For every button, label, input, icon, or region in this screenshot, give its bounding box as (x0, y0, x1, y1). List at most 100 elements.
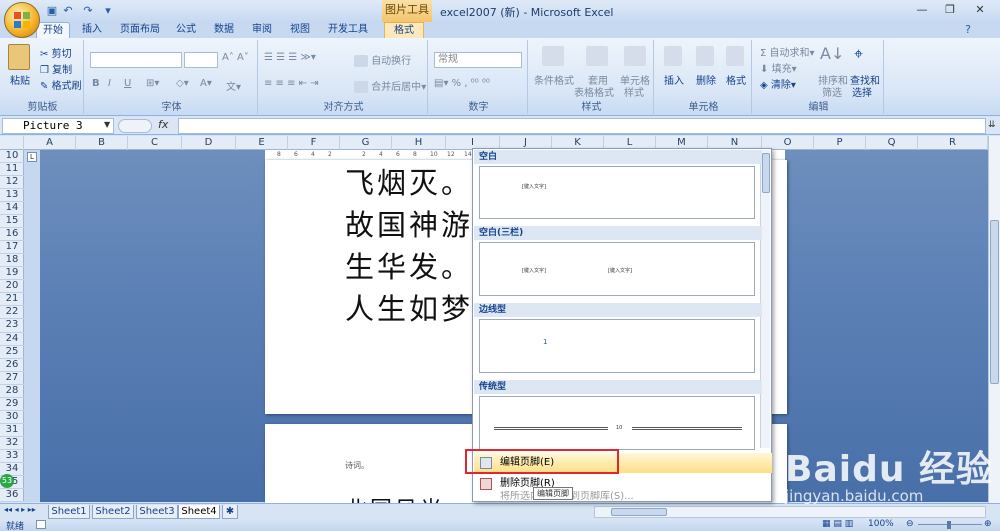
formula-bar-splitter[interactable] (118, 119, 152, 133)
column-header-cell[interactable]: D (182, 136, 236, 150)
horizontal-scroll-thumb[interactable] (611, 508, 667, 516)
customize-qat-icon[interactable]: ▾ (100, 3, 116, 19)
row-header-cell[interactable]: 33 (0, 450, 24, 463)
format-painter-button[interactable]: ✎ 格式刷 (40, 77, 82, 92)
name-box-dropdown-icon[interactable]: ▼ (104, 120, 110, 129)
horizontal-scrollbar[interactable] (594, 506, 986, 518)
tab-review[interactable]: 审阅 (246, 22, 278, 38)
column-header-cell[interactable]: E (236, 136, 288, 150)
sheet-tab-1[interactable]: Sheet1 (48, 505, 90, 519)
formula-input[interactable] (178, 118, 986, 134)
row-header-cell[interactable]: 20 (0, 280, 24, 294)
row-header-cell[interactable]: 36 (0, 489, 24, 502)
column-header-cell[interactable]: P (814, 136, 866, 150)
close-icon[interactable]: ✕ (966, 2, 994, 18)
row-header-cell[interactable]: 32 (0, 437, 24, 450)
grow-font-icon[interactable]: A˄ A˅ (222, 52, 249, 63)
tab-insert[interactable]: 插入 (76, 22, 108, 38)
currency-icon[interactable]: ▤▾ % , ⁰⁰ ⁰⁰ (434, 78, 490, 89)
sheet-tab-3[interactable]: Sheet3 (136, 505, 178, 519)
footer-option-blank[interactable]: [键入文字] (479, 166, 755, 219)
row-header-cell[interactable]: 21 (0, 293, 24, 307)
footer-option-traditional[interactable]: 10 (479, 396, 755, 450)
underline-icon[interactable]: U (124, 78, 131, 89)
gallery-scroll-thumb[interactable] (762, 153, 770, 193)
insert-function-button[interactable]: fx (158, 118, 176, 134)
align-left-icon[interactable]: ≡ ≡ ≡ ⇤ ⇥ (264, 78, 319, 89)
row-header-cell[interactable]: 15 (0, 215, 24, 229)
insert-cells-icon[interactable] (664, 46, 682, 66)
autosum-button[interactable]: Σ 自动求和▾ (760, 44, 815, 59)
tab-format[interactable]: 格式 (384, 22, 424, 38)
font-size-box[interactable] (184, 52, 218, 68)
macro-record-icon[interactable] (36, 520, 46, 529)
format-as-table-icon[interactable] (586, 46, 608, 66)
row-header-cell[interactable]: 13 (0, 189, 24, 203)
sheet-tab-2[interactable]: Sheet2 (92, 505, 134, 519)
sheet-tab-4[interactable]: Sheet4 (178, 505, 220, 519)
tab-developer[interactable]: 开发工具 (322, 22, 374, 38)
align-top-icon[interactable]: ☰ ☰ ☰ ≫▾ (264, 52, 316, 63)
font-color-icon[interactable]: A▾ (200, 78, 212, 89)
tab-formulas[interactable]: 公式 (170, 22, 202, 38)
row-header-cell[interactable]: 28 (0, 385, 24, 398)
border-icon[interactable]: ⊞▾ (146, 78, 159, 89)
insert-cells-button[interactable]: 插入 (664, 72, 684, 87)
vertical-scroll-thumb[interactable] (990, 220, 999, 384)
view-buttons-icon[interactable]: ▦ ▤ ▥ (822, 519, 853, 529)
row-header-cell[interactable]: 14 (0, 202, 24, 216)
row-header-cell[interactable]: 11 (0, 163, 24, 177)
cell-styles-icon[interactable] (624, 46, 646, 66)
copy-button[interactable]: ❐ 复制 (40, 61, 72, 76)
format-cells-icon[interactable] (726, 46, 744, 66)
row-header-cell[interactable]: 23 (0, 319, 24, 333)
row-header-cell[interactable]: 22 (0, 306, 24, 320)
redo-icon[interactable]: ↷ (80, 3, 96, 19)
merge-center-button[interactable]: 合并后居中▾ (354, 78, 426, 93)
row-header-cell[interactable]: 27 (0, 372, 24, 385)
restore-icon[interactable]: ❐ (936, 2, 964, 18)
conditional-format-button[interactable]: 条件格式 (534, 72, 574, 87)
save-icon[interactable]: ▣ (44, 3, 60, 19)
delete-cells-button[interactable]: 删除 (696, 72, 716, 87)
help-icon[interactable]: ? (960, 22, 976, 38)
expand-formula-icon[interactable]: ⇊ (988, 120, 996, 130)
column-header-cell[interactable]: C (128, 136, 182, 150)
row-header-cell[interactable]: 10 (0, 150, 24, 164)
column-header-cell[interactable]: B (76, 136, 128, 150)
column-header-cell[interactable]: H (392, 136, 446, 150)
clear-button[interactable]: ◈ 清除▾ (760, 76, 796, 91)
row-header-cell[interactable]: 29 (0, 398, 24, 411)
column-header-cell[interactable]: G (340, 136, 392, 150)
sheet-nav-icon[interactable]: ◂◂ ◂ ▸ ▸▸ (4, 505, 36, 514)
row-header-cell[interactable]: 24 (0, 333, 24, 346)
wrap-text-button[interactable]: 自动换行 (354, 52, 411, 67)
zoom-out-icon[interactable]: ⊖ (906, 519, 914, 529)
floating-badge[interactable]: 53 (0, 474, 14, 488)
row-header-cell[interactable]: 16 (0, 228, 24, 242)
fill-button[interactable]: ⬇ 填充▾ (760, 60, 797, 75)
delete-cells-icon[interactable] (696, 46, 714, 66)
undo-icon[interactable]: ↶ (60, 3, 76, 19)
zoom-slider-handle[interactable] (947, 521, 951, 529)
row-header-cell[interactable]: 26 (0, 359, 24, 372)
paste-button[interactable]: 粘贴 (10, 72, 30, 87)
row-header-cell[interactable]: 17 (0, 241, 24, 255)
column-header-cell[interactable]: R (918, 136, 988, 150)
font-name-box[interactable] (90, 52, 182, 68)
format-cells-button[interactable]: 格式 (726, 72, 746, 87)
tab-home[interactable]: 开始 (36, 22, 70, 38)
insert-sheet-icon[interactable]: ✱ (222, 505, 238, 519)
fill-color-icon[interactable]: ◇▾ (176, 78, 189, 89)
binoculars-icon[interactable]: ⌖ (854, 44, 863, 64)
save-to-gallery-menu-item[interactable]: 将所选内容保存到页脚库(S)... (474, 491, 772, 503)
number-format-box[interactable]: 常规 (434, 52, 522, 68)
column-header-cell[interactable]: Q (866, 136, 918, 150)
tab-page-layout[interactable]: 页面布局 (114, 22, 166, 38)
row-header-cell[interactable]: 19 (0, 267, 24, 281)
row-header-cell[interactable]: 12 (0, 176, 24, 190)
row-header-cell[interactable]: 25 (0, 346, 24, 359)
conditional-format-icon[interactable] (542, 46, 564, 66)
name-box[interactable]: Picture 3 (2, 118, 114, 134)
gallery-scrollbar[interactable] (760, 150, 770, 448)
